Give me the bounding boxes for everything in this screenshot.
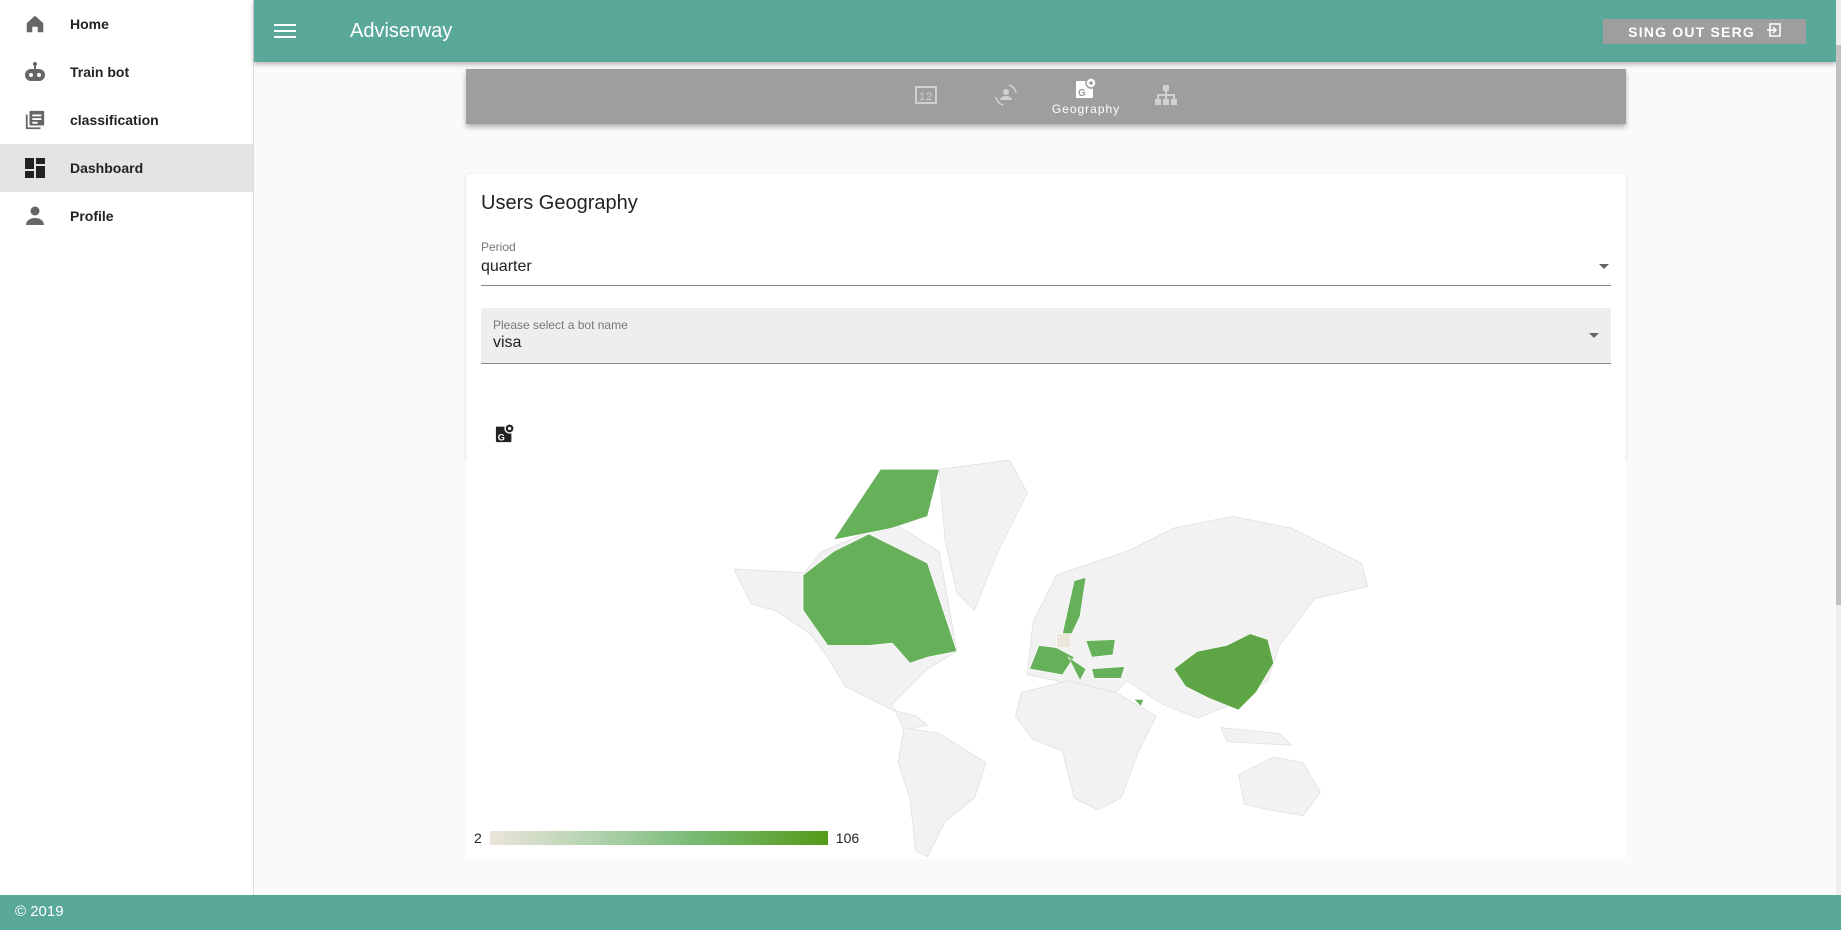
region-south-america xyxy=(897,727,987,858)
sign-out-label: SING OUT SERG xyxy=(1628,23,1755,40)
sidebar-item-classification[interactable]: classification xyxy=(0,96,253,144)
sign-out-button[interactable]: SING OUT SERG xyxy=(1603,19,1806,44)
app-title: Adviserway xyxy=(350,19,453,42)
sitemap-icon xyxy=(1154,84,1178,109)
period-value: quarter xyxy=(481,258,532,275)
bot-name-select[interactable]: Please select a bot name visa xyxy=(481,308,1611,364)
sidebar-item-label: Home xyxy=(70,16,109,32)
svg-text:12: 12 xyxy=(919,91,933,103)
sidebar-item-dashboard[interactable]: Dashboard xyxy=(0,144,253,192)
footer: © 2019 xyxy=(0,895,1841,930)
bot-value: visa xyxy=(493,334,522,351)
geo-chart: 2 106 xyxy=(466,459,1626,859)
tab-geography[interactable]: G Geography xyxy=(1046,69,1126,124)
scrollbar-thumb[interactable] xyxy=(1836,45,1841,605)
sidebar-item-train-bot[interactable]: Train bot xyxy=(0,48,253,96)
region-australia xyxy=(1238,756,1322,816)
period-label: Period xyxy=(481,240,516,254)
numbers-icon: 12 xyxy=(915,86,937,107)
sidebar-item-profile[interactable]: Profile xyxy=(0,192,253,240)
card-title: Users Geography xyxy=(481,192,638,214)
legend-gradient xyxy=(489,831,828,845)
tab-label: Geography xyxy=(1051,102,1121,116)
period-select[interactable]: Period quarter xyxy=(481,240,1611,286)
sidebar-item-label: classification xyxy=(70,112,159,128)
sidebar-item-label: Profile xyxy=(70,208,114,224)
person-icon xyxy=(0,206,70,226)
user-sync-icon xyxy=(994,83,1018,110)
world-map xyxy=(733,459,1368,858)
library-books-icon xyxy=(0,109,70,131)
tab-sitemap[interactable] xyxy=(1126,69,1206,124)
geography-icon: G xyxy=(495,422,515,449)
bot-label: Please select a bot name xyxy=(493,318,628,332)
copyright: © 2019 xyxy=(15,903,64,920)
country-canada-arctic xyxy=(832,469,940,541)
robot-icon xyxy=(0,61,70,83)
sidebar-item-label: Dashboard xyxy=(70,160,144,176)
users-geography-card: Users Geography Period quarter Please se… xyxy=(466,174,1626,460)
svg-text:G: G xyxy=(1078,88,1087,99)
chevron-down-icon xyxy=(1599,264,1609,269)
chevron-down-icon xyxy=(1589,333,1599,338)
country-turkey xyxy=(1091,666,1126,679)
scrollbar[interactable] xyxy=(1836,0,1841,895)
dashboard-tabs: 12 G Geography xyxy=(466,69,1626,124)
app-header: Adviserway SING OUT SERG xyxy=(254,0,1836,62)
menu-icon[interactable] xyxy=(274,20,296,42)
legend-max: 106 xyxy=(835,830,860,846)
region-indonesia xyxy=(1220,727,1293,746)
legend-min: 2 xyxy=(474,830,482,846)
tab-numbers[interactable]: 12 xyxy=(886,69,966,124)
color-legend: 2 106 xyxy=(474,830,859,846)
dashboard-icon xyxy=(0,158,70,178)
exit-icon xyxy=(1767,23,1781,40)
region-greenland xyxy=(938,459,1028,611)
tab-user-sync[interactable] xyxy=(966,69,1046,124)
sidebar: Home Train bot classification Dashboard … xyxy=(0,0,254,895)
geography-icon: G xyxy=(1075,77,1097,102)
country-germany xyxy=(1056,633,1071,649)
sidebar-item-label: Train bot xyxy=(70,64,130,80)
home-icon xyxy=(0,13,70,35)
svg-text:G: G xyxy=(498,432,505,442)
sidebar-item-home[interactable]: Home xyxy=(0,0,253,48)
